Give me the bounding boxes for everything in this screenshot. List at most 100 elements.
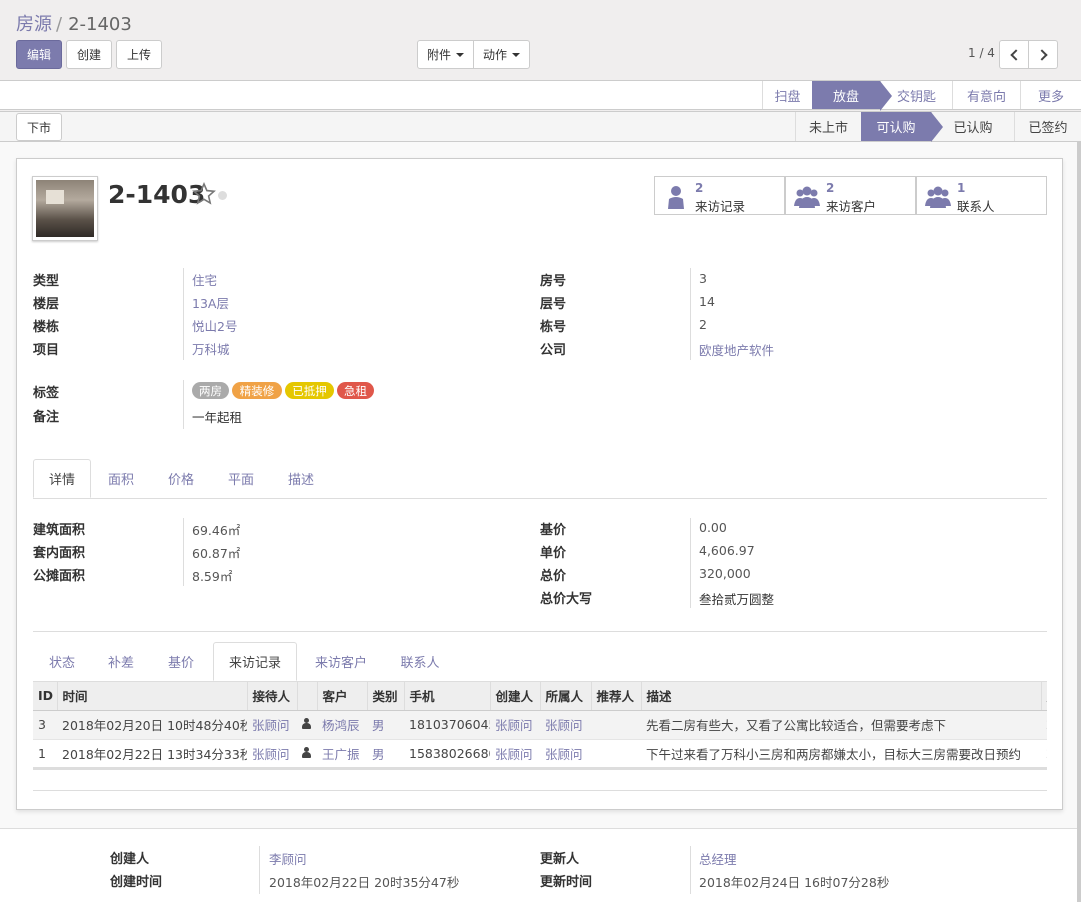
cell-customer[interactable]: 杨鸿辰 [317, 710, 367, 740]
column-header[interactable]: 手机 [404, 682, 491, 711]
field-value-building[interactable]: 悦山2号 [192, 316, 237, 335]
cell-receptionist[interactable]: 张顾问 [247, 739, 297, 767]
tab-contacts[interactable]: 联系人 [389, 642, 451, 681]
stage-top-more[interactable]: 更多 [1020, 81, 1081, 109]
tab-status[interactable]: 状态 [33, 642, 91, 681]
field-value-type[interactable]: 住宅 [192, 270, 217, 289]
tab-area[interactable]: 面积 [95, 459, 147, 498]
attachments-dropdown[interactable]: 附件 [417, 40, 474, 69]
caret-down-icon [456, 52, 464, 57]
stage-arrow-icon [880, 81, 892, 111]
updated-label: 更新时间 [540, 875, 593, 890]
column-header[interactable]: 接待人 [247, 682, 298, 711]
stage-bar-top: 扫盘 放盘 交钥匙 有意向 更多 [0, 80, 1081, 111]
field-divider [183, 268, 184, 360]
field-label-company: 公司 [540, 343, 567, 358]
tab-base-price[interactable]: 基价 [153, 642, 209, 681]
tab-visit-customers[interactable]: 来访客户 [301, 642, 381, 681]
field-value-company[interactable]: 欧度地产软件 [699, 340, 774, 359]
tab-description[interactable]: 描述 [275, 459, 327, 498]
visit-records-table: ID 时间 接待人 客户 类别 手机 创建人 所属人 推荐人 描述 房源 3 2… [33, 682, 1047, 770]
stage-bar-bottom: 下市 未上市 可认购 已认购 已签约 [0, 111, 1081, 142]
tab-visit-records[interactable]: 来访记录 [213, 642, 297, 681]
field-label-type: 类型 [33, 274, 60, 289]
updater-value[interactable]: 总经理 [699, 849, 737, 868]
column-header[interactable]: 描述 [641, 682, 1042, 711]
cell-owner[interactable]: 张顾问 [540, 739, 591, 767]
column-header[interactable]: ID [33, 682, 58, 711]
column-header[interactable]: 所属人 [540, 682, 592, 711]
column-header[interactable]: 客户 [317, 682, 368, 711]
stage-bottom-1-active[interactable]: 可认购 [861, 112, 943, 142]
cell-owner[interactable]: 张顾问 [540, 710, 591, 740]
cell-category[interactable]: 男 [367, 710, 404, 740]
tab-floorplan[interactable]: 平面 [215, 459, 267, 498]
notes-label: 备注 [33, 410, 60, 425]
cell-receptionist[interactable]: 张顾问 [247, 710, 297, 740]
table-row[interactable]: 3 2018年02月20日 10时48分40秒 张顾问 杨鸿辰 男 181037… [33, 710, 1047, 740]
smart-count: 2 [826, 181, 835, 195]
smart-label: 联系人 [957, 199, 995, 214]
upload-button[interactable]: 上传 [116, 40, 162, 69]
detail-value-base-price: 0.00 [699, 520, 727, 535]
delist-button[interactable]: 下市 [16, 113, 62, 141]
pager-previous-button[interactable] [999, 40, 1029, 69]
field-divider [183, 380, 184, 429]
cell-time: 2018年02月22日 13时34分33秒 [57, 739, 247, 767]
tag-badge[interactable]: 已抵押 [285, 382, 334, 399]
field-value-project[interactable]: 万科城 [192, 339, 230, 358]
stage-bottom-3[interactable]: 已签约 [1014, 112, 1081, 141]
create-button[interactable]: 创建 [66, 40, 112, 69]
cell-creator[interactable]: 张顾问 [490, 739, 540, 767]
tab-adjustment[interactable]: 补差 [93, 642, 149, 681]
cell-phone: 15838026680 [404, 739, 490, 767]
field-value-floor[interactable]: 13A层 [192, 293, 229, 312]
tag-badge[interactable]: 急租 [337, 382, 374, 399]
stage-top-0[interactable]: 扫盘 [762, 81, 812, 109]
column-header[interactable]: 房源 [1041, 682, 1047, 711]
actions-dropdown[interactable]: 动作 [473, 40, 530, 69]
tab-details[interactable]: 详情 [33, 459, 91, 498]
cell-customer[interactable]: 王广振 [317, 739, 367, 767]
audit-footer: 创建人 李顾问 创建时间 2018年02月22日 20时35分47秒 更新人 总… [0, 828, 1081, 902]
smart-button-contacts[interactable]: 1 联系人 [916, 176, 1047, 215]
cell-creator[interactable]: 张顾问 [490, 710, 540, 740]
field-divider [690, 518, 691, 608]
field-label-floor-no: 层号 [540, 297, 567, 312]
tags-label: 标签 [33, 386, 60, 401]
stage-bottom-0[interactable]: 未上市 [795, 112, 861, 141]
edit-button[interactable]: 编辑 [16, 40, 62, 69]
smart-button-customers[interactable]: 2 来访客户 [785, 176, 916, 215]
detail-tabs: 详情 面积 价格 平面 描述 [33, 459, 1047, 499]
column-header[interactable]: 类别 [367, 682, 405, 711]
related-tabs: 状态 补差 基价 来访记录 来访客户 联系人 [33, 642, 1047, 682]
cell-category[interactable]: 男 [367, 739, 404, 767]
stage-bottom-2[interactable]: 已认购 [931, 112, 1014, 141]
cell-description: 下午过来看了万科小三房和两房都嫌太小，目标大三房需要改日预约 [641, 739, 1041, 767]
chevron-left-icon [1009, 48, 1022, 61]
created-value: 2018年02月22日 20时35分47秒 [269, 875, 460, 890]
stage-top-1-active[interactable]: 放盘 [812, 81, 892, 111]
column-header[interactable]: 时间 [57, 682, 248, 711]
column-header[interactable]: 推荐人 [591, 682, 642, 711]
pager-next-button[interactable] [1028, 40, 1058, 69]
notes-value: 一年起租 [192, 410, 243, 425]
section-divider [33, 631, 1047, 632]
column-header[interactable]: 创建人 [490, 682, 541, 711]
tag-badge[interactable]: 精装修 [232, 382, 282, 399]
table-row[interactable]: 1 2018年02月22日 13时34分33秒 张顾问 王广振 男 158380… [33, 739, 1047, 767]
cell-property: 2-1403 [1041, 710, 1047, 740]
smart-button-visits[interactable]: 2 来访记录 [654, 176, 785, 215]
stage-bottom-1-label: 可认购 [876, 121, 916, 136]
creator-value[interactable]: 李顾问 [269, 849, 307, 868]
control-panel: 房源/2-1403 编辑 创建 上传 附件 动作 1 / 4 [0, 0, 1081, 80]
breadcrumb-parent[interactable]: 房源 [16, 14, 52, 35]
tag-badge[interactable]: 两房 [192, 382, 229, 399]
page-scrollbar[interactable] [1077, 142, 1081, 902]
property-photo[interactable] [32, 176, 98, 241]
star-icon[interactable] [192, 182, 216, 206]
stage-top-3[interactable]: 有意向 [952, 81, 1020, 109]
cell-id: 3 [33, 710, 57, 740]
tab-price[interactable]: 价格 [155, 459, 207, 498]
detail-label-unit-price: 单价 [540, 546, 567, 561]
